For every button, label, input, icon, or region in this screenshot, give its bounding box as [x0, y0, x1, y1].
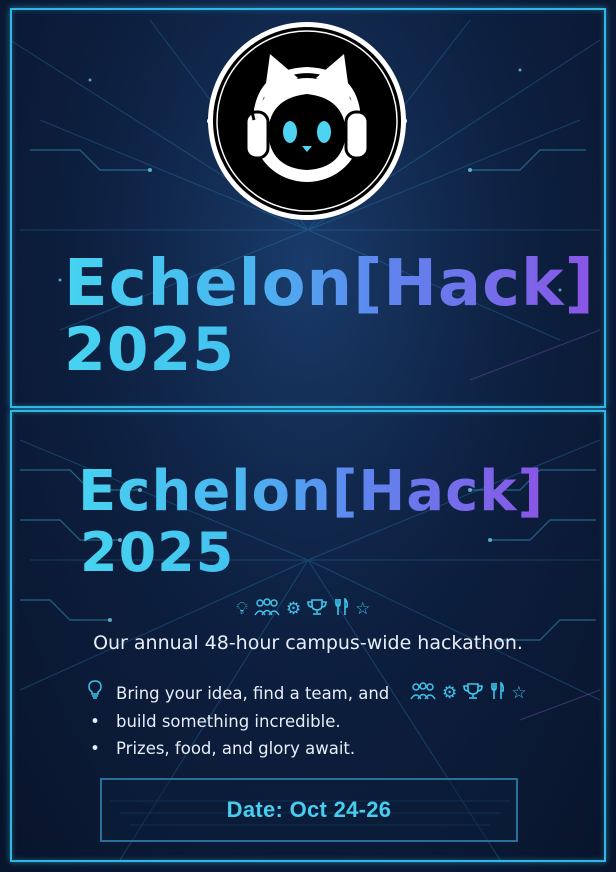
bullet-dot-icon: •	[90, 739, 100, 758]
bottom-title-line2: 2025	[80, 521, 235, 584]
fork-knife-icon	[333, 597, 349, 620]
tagline: Our annual 48-hour campus-wide hackathon…	[93, 632, 523, 654]
trophy-icon	[463, 682, 484, 704]
top-title-line2: 2025	[64, 315, 235, 385]
lightbulb-icon: 💡︎	[236, 598, 248, 619]
list-item: Bring your idea, find a team, and	[84, 680, 414, 708]
fork-knife-icon	[489, 681, 505, 704]
gear-icon: ⚙	[442, 682, 458, 703]
bottom-title-line1: Echelon[Hack]	[78, 459, 545, 524]
gear-icon: ⚙	[285, 598, 302, 619]
star-icon: ☆	[511, 682, 527, 703]
trophy-icon	[307, 598, 327, 620]
poster: Echelon[Hack] 2025 Echelon[Hack] 2025 💡︎…	[0, 0, 616, 872]
event-date: Date: Oct 24-26	[226, 797, 392, 822]
date-box: Date: Oct 24-26	[100, 778, 518, 842]
bullet-text: build something incredible.	[116, 712, 341, 731]
star-icon: ☆	[355, 598, 371, 619]
list-item: • Prizes, food, and glory await.	[84, 735, 414, 762]
bullet-text: Prizes, food, and glory await.	[116, 739, 356, 758]
feature-icon-row-secondary: ⚙ ☆	[410, 681, 527, 704]
cat-with-headphones-icon	[207, 22, 407, 220]
top-title-line1: Echelon[Hack]	[64, 247, 595, 321]
lightbulb-icon	[84, 680, 106, 708]
bullet-list: Bring your idea, find a team, and • buil…	[84, 680, 414, 762]
team-icon	[410, 682, 436, 704]
bullet-dot-icon: •	[90, 712, 100, 731]
list-item: • build something incredible.	[84, 708, 414, 735]
bullet-text: Bring your idea, find a team, and	[116, 684, 390, 703]
team-icon	[254, 598, 280, 620]
feature-icon-row: 💡︎ ⚙ ☆	[236, 597, 371, 620]
